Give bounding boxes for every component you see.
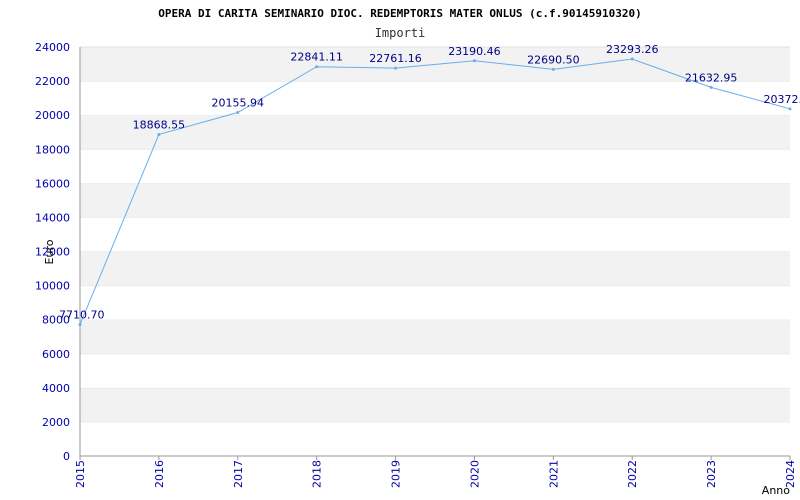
x-tick-label: 2021 xyxy=(547,460,560,488)
data-point xyxy=(788,107,792,111)
data-label: 18868.55 xyxy=(133,118,186,131)
data-point xyxy=(472,59,476,63)
data-label: 7710.70 xyxy=(59,309,105,322)
data-label: 21632.95 xyxy=(685,71,738,84)
grid-band xyxy=(80,115,790,150)
data-point xyxy=(630,57,634,61)
data-label: 22761.16 xyxy=(369,52,422,65)
x-tick-label: 2020 xyxy=(468,460,481,488)
x-tick-label: 2022 xyxy=(626,460,639,488)
y-tick-label: 22000 xyxy=(35,75,70,88)
y-tick-label: 6000 xyxy=(42,348,70,361)
data-label: 23293.26 xyxy=(606,43,659,56)
y-tick-label: 18000 xyxy=(35,143,70,156)
data-label: 23190.46 xyxy=(448,45,501,58)
grid-band xyxy=(80,387,790,422)
data-label: 20372. xyxy=(764,93,800,106)
data-point xyxy=(236,111,240,115)
chart-title: OPERA DI CARITA SEMINARIO DIOC. REDEMPTO… xyxy=(158,7,641,20)
chart: 0 2000 4000 6000 8000 10000 12000 14000 16000 180… xyxy=(0,0,800,500)
grid-band xyxy=(80,149,790,184)
grid-band xyxy=(80,217,790,252)
y-tick-label: 16000 xyxy=(35,177,70,190)
x-axis-label: Anno xyxy=(762,484,790,497)
chart-subtitle: Importi xyxy=(375,26,426,40)
data-point xyxy=(394,66,398,70)
x-tick-label: 2023 xyxy=(705,460,718,488)
y-tick-label: 0 xyxy=(63,450,70,463)
y-tick-label: 20000 xyxy=(35,109,70,122)
data-label: 20155.94 xyxy=(212,97,265,110)
grid-band xyxy=(80,421,790,456)
x-tick-labels: 2015 2016 2017 2018 2019 2020 2021 2022 2023 2024 xyxy=(74,460,797,488)
grid-band xyxy=(80,319,790,354)
grid-band xyxy=(80,353,790,388)
grid-band xyxy=(80,285,790,320)
grid-band xyxy=(80,251,790,286)
y-tick-label: 4000 xyxy=(42,382,70,395)
data-label: 22841.11 xyxy=(290,51,343,64)
x-tick-label: 2016 xyxy=(153,460,166,488)
data-point xyxy=(157,132,161,136)
grid-bands xyxy=(80,46,790,456)
x-tick-label: 2017 xyxy=(232,460,245,488)
y-axis-label: Euro xyxy=(43,239,56,264)
data-point xyxy=(78,323,82,327)
data-point xyxy=(315,65,319,69)
grid-band xyxy=(80,81,790,116)
chart-svg: 0200040006000800010000120001400016000180… xyxy=(35,7,800,497)
x-tick-label: 2019 xyxy=(390,460,403,488)
data-point xyxy=(709,85,713,89)
data-label: 22690.50 xyxy=(527,53,580,66)
y-tick-label: 14000 xyxy=(35,211,70,224)
x-tick-label: 2015 xyxy=(74,460,87,488)
grid-band xyxy=(80,183,790,218)
y-tick-label: 2000 xyxy=(42,416,70,429)
y-tick-label: 24000 xyxy=(35,41,70,54)
x-tick-label: 2018 xyxy=(311,460,324,488)
y-tick-label: 10000 xyxy=(35,280,70,293)
data-point xyxy=(551,67,555,71)
